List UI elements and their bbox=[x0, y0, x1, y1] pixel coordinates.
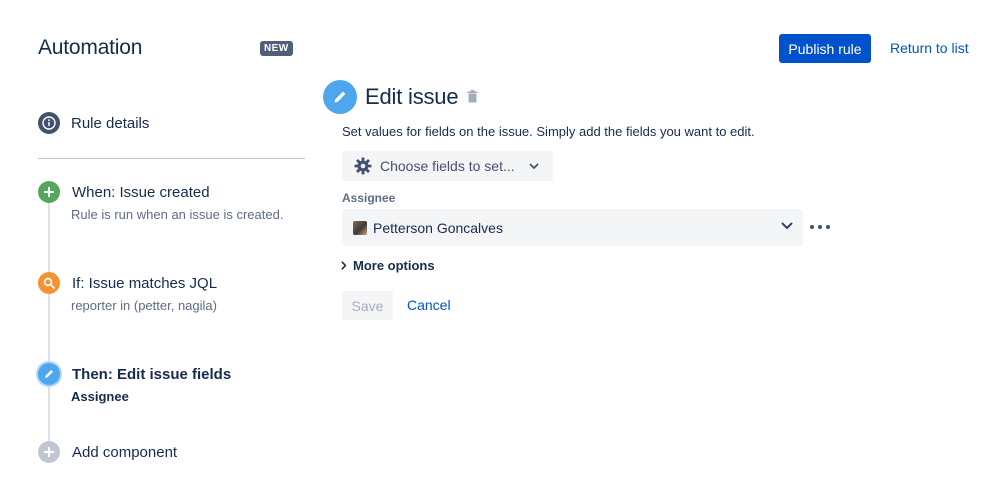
assignee-field-label: Assignee bbox=[342, 191, 396, 205]
step-trigger-title[interactable]: When: Issue created bbox=[72, 184, 210, 201]
divider bbox=[38, 158, 305, 159]
step-action-title[interactable]: Then: Edit issue fields bbox=[72, 366, 231, 383]
panel-description: Set values for fields on the issue. Simp… bbox=[342, 124, 755, 139]
app-title: Automation bbox=[38, 36, 143, 59]
assignee-value: Petterson Goncalves bbox=[373, 219, 503, 236]
chevron-right-icon bbox=[341, 261, 347, 270]
choose-fields-button[interactable]: Choose fields to set... bbox=[342, 151, 553, 181]
chevron-down-icon bbox=[781, 222, 793, 229]
more-options-label: More options bbox=[353, 258, 435, 273]
more-actions-icon[interactable] bbox=[810, 219, 830, 235]
add-plus-icon bbox=[38, 441, 60, 463]
rail-line bbox=[48, 200, 50, 452]
plus-icon bbox=[38, 181, 60, 203]
new-badge: NEW bbox=[260, 41, 293, 56]
edit-issue-icon bbox=[323, 80, 357, 114]
search-icon bbox=[38, 272, 60, 294]
publish-rule-button[interactable]: Publish rule bbox=[779, 34, 871, 63]
choose-fields-label: Choose fields to set... bbox=[380, 158, 515, 174]
add-component-link[interactable]: Add component bbox=[72, 444, 177, 461]
cancel-button[interactable]: Cancel bbox=[407, 297, 451, 313]
return-to-list-link[interactable]: Return to list bbox=[890, 40, 969, 56]
trash-icon[interactable] bbox=[467, 90, 478, 108]
step-condition-subtitle: reporter in (petter, nagila) bbox=[71, 298, 217, 313]
step-trigger-subtitle: Rule is run when an issue is created. bbox=[71, 207, 284, 222]
assignee-select[interactable]: Petterson Goncalves bbox=[342, 209, 803, 246]
info-icon bbox=[38, 112, 60, 134]
gear-icon bbox=[354, 157, 372, 175]
step-action-subtitle: Assignee bbox=[71, 389, 129, 404]
rule-details-link[interactable]: Rule details bbox=[71, 115, 149, 132]
panel-title: Edit issue bbox=[365, 84, 459, 109]
pencil-icon bbox=[38, 363, 60, 385]
save-button[interactable]: Save bbox=[342, 291, 393, 320]
chevron-down-icon bbox=[529, 163, 539, 169]
more-options-toggle[interactable]: More options bbox=[341, 258, 435, 273]
avatar bbox=[353, 220, 367, 235]
step-condition-title[interactable]: If: Issue matches JQL bbox=[72, 275, 217, 292]
